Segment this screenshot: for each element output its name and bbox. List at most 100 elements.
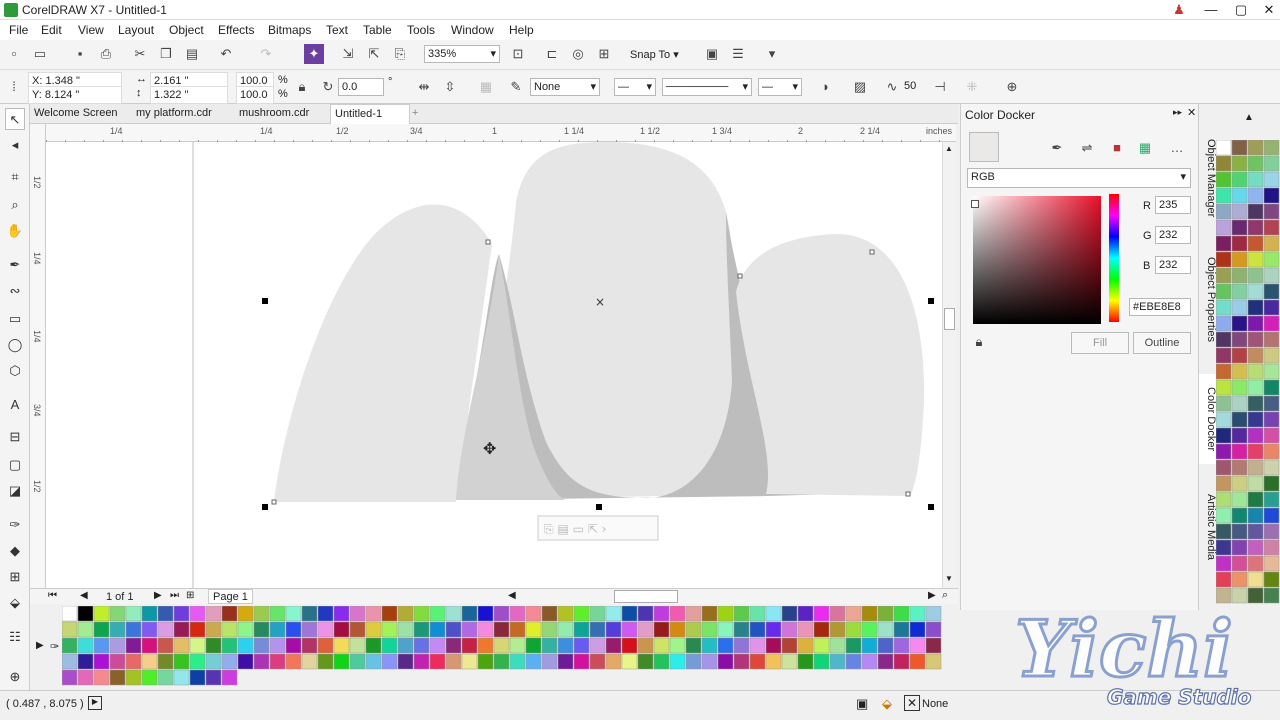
palette-swatch[interactable] (1263, 571, 1280, 588)
drawing-canvas[interactable]: × ✥ ⎘ ▤ ▭ ⇱ › (46, 142, 942, 588)
palette-swatch[interactable] (1231, 443, 1248, 460)
palette-swatch[interactable] (109, 653, 126, 670)
scroll-up-icon[interactable]: ▲ (945, 144, 953, 153)
palette-swatch[interactable] (845, 621, 862, 638)
palette-swatch[interactable] (925, 637, 942, 654)
palette-swatch[interactable] (397, 606, 414, 622)
palette-swatch[interactable] (1247, 459, 1264, 476)
lock-ratio-icon[interactable]: 🔒︎ (292, 77, 312, 97)
palette-swatch[interactable] (237, 621, 254, 638)
mirror-vertical-icon[interactable]: ⇳ (440, 77, 460, 97)
palette-swatch[interactable] (525, 606, 542, 622)
palette-swatch[interactable] (1216, 140, 1232, 156)
palette-swatch[interactable] (77, 637, 94, 654)
palette-swatch[interactable] (125, 669, 142, 686)
palette-swatch[interactable] (381, 606, 398, 622)
palette-swatch[interactable] (653, 637, 670, 654)
palette-swatch[interactable] (1231, 571, 1248, 588)
palette-swatch[interactable] (589, 637, 606, 654)
palette-swatch[interactable] (1263, 395, 1280, 412)
y-position-field[interactable]: Y: 8.124 " (28, 86, 122, 104)
palette-swatch[interactable] (77, 606, 94, 622)
import-icon[interactable]: ⇲ (338, 44, 358, 64)
start-arrowhead-select[interactable]: — ▾ (614, 78, 656, 96)
palette-swatch[interactable] (1263, 155, 1280, 172)
palette-swatch[interactable] (205, 621, 222, 638)
palette-swatch[interactable] (685, 637, 702, 654)
polygon-tool-icon[interactable]: ⬡ (5, 360, 25, 382)
palette-swatch[interactable] (573, 621, 590, 638)
palette-swatch[interactable] (765, 606, 782, 622)
palette-swatch[interactable] (1263, 363, 1280, 380)
last-page-icon[interactable]: ⏭ (170, 590, 179, 601)
handle-bottom-center[interactable] (596, 504, 602, 510)
palette-swatch[interactable] (717, 621, 734, 638)
palette-swatch[interactable] (269, 653, 286, 670)
palette-swatch[interactable] (589, 621, 606, 638)
palette-swatch[interactable] (477, 606, 494, 622)
palette-swatch[interactable] (749, 606, 766, 622)
palette-swatch[interactable] (605, 653, 622, 670)
palette-swatch[interactable] (717, 653, 734, 670)
scroll-left-icon[interactable]: ◀ (508, 590, 516, 601)
palette-swatch[interactable] (1231, 315, 1248, 332)
palette-swatch[interactable] (333, 621, 350, 638)
undo-icon[interactable]: ↶ (216, 44, 236, 64)
drop-shadow-tool-icon[interactable]: ◪ (5, 480, 25, 502)
palette-swatch[interactable] (173, 669, 190, 686)
palette-swatch[interactable] (573, 606, 590, 622)
blue-value-field[interactable]: 232 (1155, 256, 1191, 274)
palette-swatch[interactable] (733, 653, 750, 670)
palette-swatch[interactable] (1231, 235, 1248, 252)
palette-swatch[interactable] (637, 621, 654, 638)
palette-swatch[interactable] (669, 606, 686, 622)
palette-swatch[interactable] (62, 637, 78, 654)
copy-icon[interactable]: ❐ (156, 44, 176, 64)
handle-bottom-right[interactable] (928, 504, 934, 510)
palette-swatch[interactable] (1216, 555, 1232, 572)
palette-swatch[interactable] (797, 637, 814, 654)
palette-swatch[interactable] (1216, 315, 1232, 332)
palette-swatch[interactable] (77, 653, 94, 670)
paste-icon[interactable]: ▤ (182, 44, 202, 64)
docker-menu-icon[interactable]: … (1167, 138, 1187, 158)
palette-swatch[interactable] (109, 606, 126, 622)
palette-swatch[interactable] (1247, 491, 1264, 508)
palette-swatch[interactable] (205, 669, 222, 686)
palette-swatch[interactable] (93, 653, 110, 670)
palette-swatch[interactable] (701, 637, 718, 654)
palette-swatch[interactable] (1247, 171, 1264, 188)
menu-view[interactable]: View (78, 23, 104, 37)
palette-swatch[interactable] (1231, 555, 1248, 572)
palette-swatch[interactable] (1263, 475, 1280, 492)
menu-bitmaps[interactable]: Bitmaps (268, 23, 311, 37)
palette-swatch[interactable] (1247, 155, 1264, 172)
palette-swatch[interactable] (813, 637, 830, 654)
palette-swatch[interactable] (733, 637, 750, 654)
text-tool-icon[interactable]: A (5, 394, 25, 416)
palette-swatch[interactable] (141, 621, 158, 638)
palette-swatch[interactable] (1263, 427, 1280, 444)
zoom-to-page-icon[interactable]: ⊡ (508, 44, 528, 64)
palette-swatch[interactable] (1247, 379, 1264, 396)
palette-swatch[interactable] (893, 621, 910, 638)
palette-swatch[interactable] (477, 653, 494, 670)
palette-swatch[interactable] (877, 606, 894, 622)
palette-swatch[interactable] (349, 653, 366, 670)
palette-swatch[interactable] (301, 653, 318, 670)
palette-swatch[interactable] (253, 653, 270, 670)
side-tab-object-properties[interactable]: Object Properties (1199, 244, 1217, 354)
eyedropper-icon[interactable]: ✒ (1047, 138, 1067, 158)
palette-swatch[interactable] (1216, 203, 1232, 220)
palette-swatch[interactable] (1216, 363, 1232, 380)
palette-swatch[interactable] (1216, 219, 1232, 236)
palette-swatch[interactable] (573, 653, 590, 670)
palette-swatch[interactable] (62, 621, 78, 638)
palette-swatch[interactable] (205, 637, 222, 654)
palette-swatch[interactable] (445, 653, 462, 670)
palette-swatch[interactable] (173, 606, 190, 622)
zoom-tool-icon[interactable]: ⌕ (5, 194, 25, 216)
palette-swatch[interactable] (1263, 251, 1280, 268)
palette-swatch[interactable] (1216, 187, 1232, 204)
palette-swatch[interactable] (813, 653, 830, 670)
